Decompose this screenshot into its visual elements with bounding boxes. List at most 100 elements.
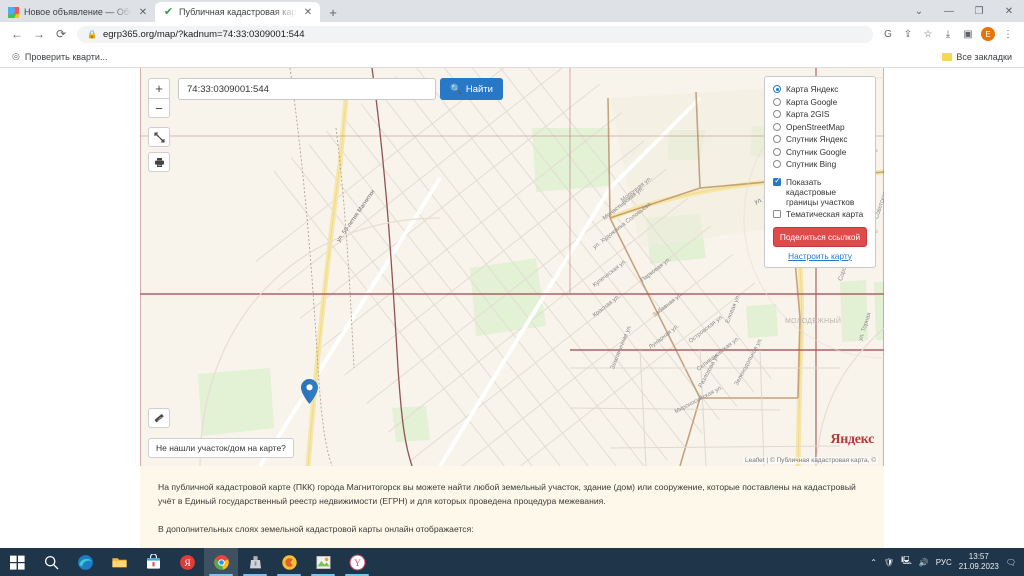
- map-search: 🔍 Найти: [178, 78, 503, 100]
- new-tab-button[interactable]: +: [320, 2, 346, 22]
- avito-icon: [8, 6, 19, 18]
- setup-map-link[interactable]: Настроить карту: [773, 251, 867, 261]
- windows-taskbar: Я Y ⌃ 🛡 🖳 🔊 РУС 13:57 21.09.2023 🗨: [0, 548, 1024, 576]
- radio-icon: [773, 110, 781, 118]
- share-link-button[interactable]: Поделиться ссылкой: [773, 226, 867, 247]
- cadastral-search-input[interactable]: [178, 78, 436, 100]
- tab-close-icon[interactable]: ✕: [137, 7, 149, 18]
- maximize-icon[interactable]: ❐: [964, 0, 994, 22]
- bookmark-bar: ◎ Проверить кварти... Все закладки: [0, 46, 1024, 68]
- clock-time: 13:57: [968, 552, 989, 561]
- browser-tab-2[interactable]: ✔ Публичная кадастровая карта ✕: [155, 2, 320, 22]
- print-icon: [154, 157, 164, 167]
- archive-icon: [249, 555, 261, 568]
- menu-dots-icon[interactable]: ⋮: [998, 24, 1018, 44]
- avatar[interactable]: E: [981, 27, 995, 41]
- layer-label: OpenStreetMap: [786, 121, 845, 132]
- taskbar-search-button[interactable]: [34, 548, 68, 576]
- print-button[interactable]: [148, 152, 170, 172]
- checkbox-cadastral-borders[interactable]: Показать кадастровые границы участков: [773, 176, 867, 207]
- zoom-in-button[interactable]: +: [148, 78, 170, 98]
- layer-label: Спутник Яндекс: [786, 134, 848, 144]
- all-bookmarks-button[interactable]: Все закладки: [938, 50, 1016, 64]
- yandex-browser-icon: Я: [179, 554, 195, 570]
- taskbar-archive-button[interactable]: [238, 548, 272, 576]
- chevron-down-icon[interactable]: ⌄: [904, 0, 934, 22]
- layer-option-google-map[interactable]: Карта Google: [773, 97, 867, 107]
- bookmark-star-icon[interactable]: ☆: [918, 24, 938, 44]
- pkk-check-icon: ✔: [163, 5, 174, 18]
- radio-icon: [773, 122, 781, 131]
- svg-text:Y: Y: [354, 558, 361, 568]
- map-parcel-pin[interactable]: [301, 379, 318, 404]
- taskbar-store-button[interactable]: [136, 548, 170, 576]
- svg-text:Я: Я: [184, 559, 191, 569]
- layer-option-google-satellite[interactable]: Спутник Google: [773, 147, 867, 157]
- store-icon: [146, 553, 160, 569]
- taskbar-yandex-disk-button[interactable]: Y: [340, 548, 374, 576]
- close-icon[interactable]: ✕: [994, 0, 1024, 22]
- tray-chevron-icon[interactable]: ⌃: [870, 558, 877, 567]
- layer-label: Карта Яндекс: [786, 84, 839, 94]
- window-controls: ⌄ — ❐ ✕: [904, 0, 1024, 22]
- google-icon[interactable]: G: [878, 24, 898, 44]
- radio-icon: [773, 160, 781, 168]
- reload-icon[interactable]: ⟳: [50, 23, 72, 45]
- search-button[interactable]: 🔍 Найти: [440, 78, 503, 100]
- download-icon[interactable]: ⤓: [938, 24, 958, 44]
- language-indicator[interactable]: РУС: [936, 558, 952, 567]
- layer-option-bing-satellite[interactable]: Спутник Bing: [773, 159, 867, 169]
- layer-option-openstreetmap[interactable]: OpenStreetMap: [773, 122, 867, 132]
- zoom-out-button[interactable]: −: [148, 98, 170, 118]
- ruler-icon: [154, 414, 164, 423]
- taskbar-yandex-browser-button[interactable]: Я: [170, 548, 204, 576]
- checkbox-icon: [773, 210, 781, 218]
- taskbar-app-photo-button[interactable]: [306, 548, 340, 576]
- not-found-parcel-button[interactable]: Не нашли участок/дом на карте?: [148, 438, 294, 458]
- address-bar[interactable]: 🔒 egrp365.org/map/?kadnum=74:33:0309001:…: [77, 25, 873, 43]
- map-canvas[interactable]: Молочная ул. Монастырская ул. ул. Художн…: [140, 68, 884, 466]
- layer-label: Спутник Google: [786, 146, 847, 157]
- layer-label: Карта 2GIS: [786, 109, 830, 119]
- browser-tab-strip: Новое объявление — Объявле ✕ ✔ Публичная…: [0, 0, 1024, 22]
- notifications-icon[interactable]: 🗨: [1006, 558, 1016, 567]
- system-tray: ⌃ 🛡 🖳 🔊 РУС 13:57 21.09.2023 🗨: [870, 552, 1024, 572]
- windows-logo-icon: [9, 555, 25, 570]
- security-icon[interactable]: 🛡: [884, 558, 894, 567]
- layer-option-yandex-satellite[interactable]: Спутник Яндекс: [773, 134, 867, 144]
- shield-icon: ◎: [12, 51, 20, 61]
- fullscreen-button[interactable]: [148, 127, 170, 147]
- taskbar-app-orange-button[interactable]: [272, 548, 306, 576]
- checkbox-thematic-map[interactable]: Тематическая карта: [773, 209, 867, 219]
- yandex-disk-icon: Y: [349, 554, 365, 570]
- bookmark-item[interactable]: ◎ Проверить кварти...: [8, 49, 111, 64]
- checkbox-label: Тематическая карта: [786, 209, 864, 219]
- minimize-icon[interactable]: —: [934, 0, 964, 22]
- layer-option-2gis-map[interactable]: Карта 2GIS: [773, 109, 867, 119]
- layer-option-yandex-map[interactable]: Карта Яндекс: [773, 84, 867, 94]
- app-icon-photo: [315, 555, 331, 569]
- volume-icon[interactable]: 🔊: [919, 558, 929, 567]
- taskbar-file-explorer-button[interactable]: [102, 548, 136, 576]
- layer-label: Карта Google: [786, 96, 838, 107]
- search-icon: 🔍: [450, 83, 462, 95]
- edge-icon: [77, 554, 93, 570]
- browser-tab-1[interactable]: Новое объявление — Объявле ✕: [0, 2, 155, 22]
- back-icon[interactable]: ←: [6, 23, 28, 45]
- tab-close-icon[interactable]: ✕: [302, 7, 314, 18]
- share-icon[interactable]: ⇪: [898, 24, 918, 44]
- network-icon[interactable]: 🖳: [901, 555, 912, 569]
- side-panel-icon[interactable]: ▣: [958, 24, 978, 44]
- ruler-button[interactable]: [148, 408, 170, 428]
- map-district-label: МОЛОДЁЖНЫЙ: [785, 318, 842, 325]
- start-button[interactable]: [0, 548, 34, 576]
- description-block: На публичной кадастровой карте (ПКК) гор…: [140, 466, 884, 548]
- checkbox-label: Показать кадастровые границы участков: [786, 176, 855, 207]
- clock[interactable]: 13:57 21.09.2023: [959, 552, 999, 572]
- taskbar-edge-button[interactable]: [68, 548, 102, 576]
- description-paragraph-1: На публичной кадастровой карте (ПКК) гор…: [158, 482, 856, 506]
- search-button-label: Найти: [465, 83, 493, 95]
- taskbar-chrome-button[interactable]: [204, 548, 238, 576]
- forward-icon[interactable]: →: [28, 23, 50, 45]
- radio-icon: [773, 147, 781, 156]
